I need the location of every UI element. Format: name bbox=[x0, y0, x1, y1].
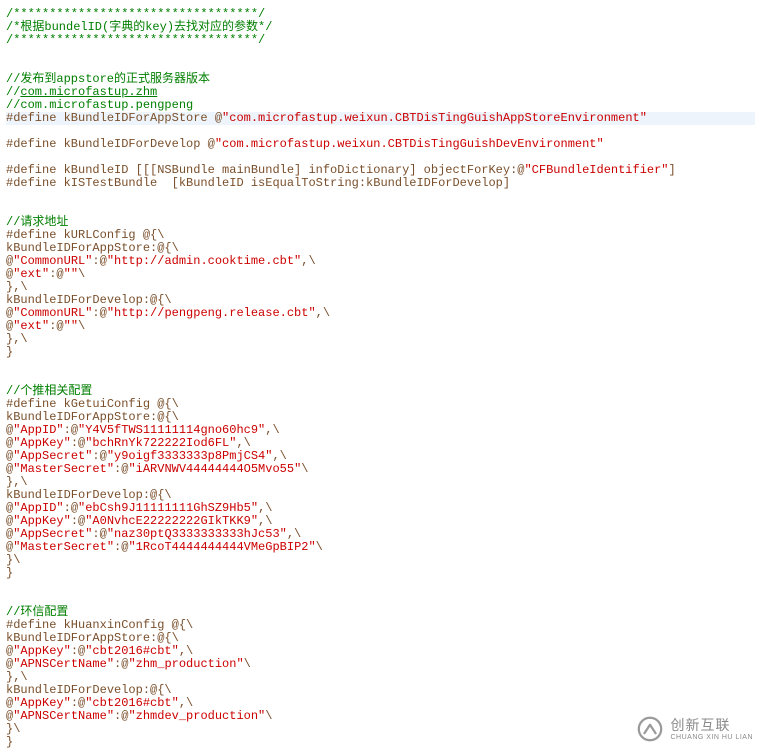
define-bundleid-suffix: ] bbox=[669, 163, 676, 177]
huanxin-l1: #define kHuanxinConfig @{\ bbox=[6, 618, 193, 632]
watermark-logo-icon bbox=[636, 715, 664, 743]
getui-l6: kBundleIDForDevelop:@{\ bbox=[6, 488, 172, 502]
urlcfg-l1: #define kURLConfig @{\ bbox=[6, 228, 164, 242]
getui-l10: } bbox=[6, 566, 13, 580]
bundle-link-1: com.microfastup.zhm bbox=[20, 85, 157, 99]
huanxin-l6: kBundleIDForDevelop:@{\ bbox=[6, 683, 172, 697]
urlcfg-l6: kBundleIDForDevelop:@{\ bbox=[6, 293, 172, 307]
huanxin-l10: } bbox=[6, 735, 13, 749]
comment-bar: /**********************************/ bbox=[6, 7, 265, 21]
code-block: /**********************************/ /*根… bbox=[0, 0, 761, 751]
urlcfg-l9: },\ bbox=[6, 332, 28, 346]
getui-l1: #define kGetuiConfig @{\ bbox=[6, 397, 179, 411]
bundle-link-2: //com.microfastup.pengpeng bbox=[6, 98, 193, 112]
define-appstore-str: "com.microfastup.weixun.CBTDisTingGuishA… bbox=[222, 111, 647, 125]
watermark: 创新互联 CHUANG XIN HU LIAN bbox=[615, 707, 761, 751]
comment-bar-2: /**********************************/ bbox=[6, 33, 265, 47]
define-appstore-prefix: #define kBundleIDForAppStore @ bbox=[6, 111, 222, 125]
huanxin-l2: kBundleIDForAppStore:@{\ bbox=[6, 631, 179, 645]
define-bundleid-str: "CFBundleIdentifier" bbox=[524, 163, 668, 177]
watermark-zh: 创新互联 bbox=[670, 718, 753, 732]
watermark-text: 创新互联 CHUANG XIN HU LIAN bbox=[670, 718, 753, 741]
comment-desc: /*根据bundelID(字典的key)去找对应的参数*/ bbox=[6, 20, 272, 34]
getui-l9: }\ bbox=[6, 553, 20, 567]
huanxin-l5: },\ bbox=[6, 670, 28, 684]
define-develop-prefix: #define kBundleIDForDevelop @ bbox=[6, 137, 215, 151]
publish-comment: //发布到appstore的正式服务器版本 bbox=[6, 72, 210, 86]
urlcfg-l5: },\ bbox=[6, 280, 28, 294]
define-istest: #define kISTestBundle [kBundleID isEqual… bbox=[6, 176, 510, 190]
urlcfg-l2: kBundleIDForAppStore:@{\ bbox=[6, 241, 179, 255]
define-bundleid-prefix: #define kBundleID [[[NSBundle mainBundle… bbox=[6, 163, 524, 177]
req-addr-comment: //请求地址 bbox=[6, 215, 68, 229]
slash-prefix: // bbox=[6, 85, 20, 99]
urlcfg-l10: } bbox=[6, 345, 13, 359]
huanxin-l9: }\ bbox=[6, 722, 20, 736]
watermark-en: CHUANG XIN HU LIAN bbox=[670, 734, 753, 741]
huanxin-comment: //环信配置 bbox=[6, 605, 68, 619]
define-develop-str: "com.microfastup.weixun.CBTDisTingGuishD… bbox=[215, 137, 604, 151]
getui-l2: kBundleIDForAppStore:@{\ bbox=[6, 410, 179, 424]
getui-comment: //个推相关配置 bbox=[6, 384, 92, 398]
getui-l5: },\ bbox=[6, 475, 28, 489]
